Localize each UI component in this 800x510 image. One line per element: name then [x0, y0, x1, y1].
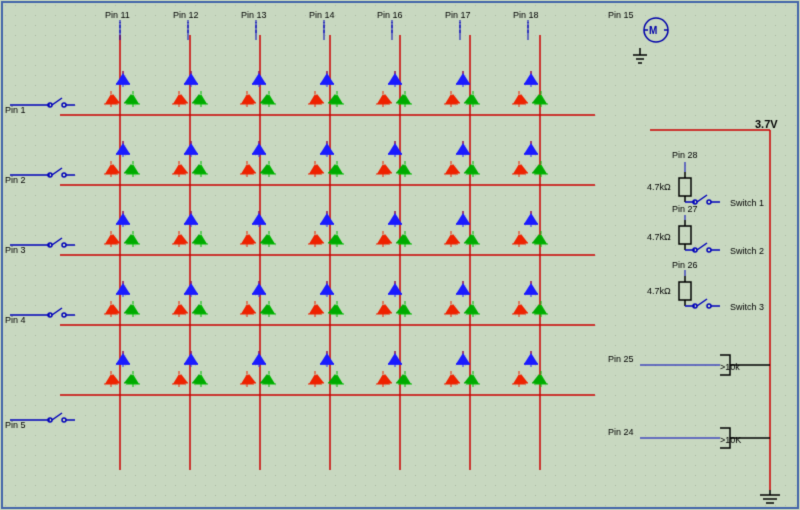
circuit-diagram — [0, 0, 800, 510]
schematic-canvas — [0, 0, 800, 510]
